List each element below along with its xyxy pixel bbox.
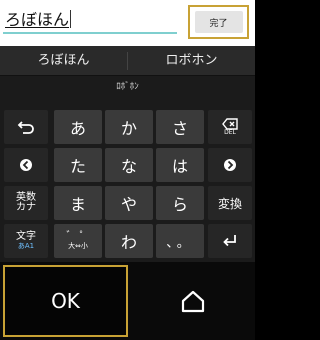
reading-text: ﾛﾎﾞﾎﾝ: [116, 82, 139, 92]
home-icon: [181, 290, 205, 313]
left-arrow-icon: [20, 159, 32, 171]
candidate-katakana[interactable]: ロボホン: [128, 46, 255, 76]
char-type-key[interactable]: 文字 あA1: [4, 224, 48, 258]
key-ya[interactable]: や: [105, 186, 153, 220]
convert-key[interactable]: 変換: [208, 186, 252, 220]
key-a[interactable]: あ: [54, 110, 102, 144]
key-ha[interactable]: は: [156, 148, 204, 182]
dakuten-key[interactable]: ゛ ゜ 大⇔小: [54, 224, 102, 258]
keyboard: ろぼほん ロボホン ﾛﾎﾞﾎﾝ あ か さ DEL た な は 英数 カナ ま …: [0, 46, 255, 262]
ok-button[interactable]: OK: [3, 265, 128, 337]
key-ra[interactable]: ら: [156, 186, 204, 220]
key-punctuation[interactable]: 、。: [156, 224, 204, 258]
enter-key[interactable]: [208, 224, 252, 258]
key-sa[interactable]: さ: [156, 110, 204, 144]
input-text-value: ろぼほん: [5, 10, 70, 29]
input-underline: [3, 32, 177, 34]
home-button[interactable]: [150, 276, 236, 326]
text-input[interactable]: ろぼほん: [5, 10, 72, 30]
char-type-sub: あA1: [17, 241, 35, 250]
key-ka[interactable]: か: [105, 110, 153, 144]
candidate-bar: ろぼほん ロボホン: [0, 46, 255, 76]
size-toggle-label: 大⇔小: [68, 241, 88, 250]
bottom-bar: OK: [0, 262, 255, 340]
delete-key[interactable]: DEL: [208, 110, 252, 144]
text-cursor: [70, 10, 72, 28]
input-area: ろぼほん 完了: [0, 0, 255, 46]
dakuten-label: ゛ ゜: [66, 231, 90, 243]
candidate-hiragana[interactable]: ろぼほん: [0, 46, 127, 76]
done-button-highlight[interactable]: 完了: [188, 5, 249, 39]
eisu-kana-key[interactable]: 英数 カナ: [4, 186, 48, 220]
char-type-label: 文字: [16, 231, 36, 243]
kana-label: カナ: [16, 202, 36, 213]
key-ma[interactable]: ま: [54, 186, 102, 220]
delete-label: DEL: [224, 128, 236, 136]
right-arrow-icon: [224, 159, 236, 171]
enter-icon: [223, 235, 236, 247]
key-na[interactable]: な: [105, 148, 153, 182]
key-wa[interactable]: わ: [105, 224, 153, 258]
left-key[interactable]: [4, 148, 48, 182]
undo-key[interactable]: [4, 110, 48, 144]
done-button[interactable]: 完了: [194, 11, 243, 33]
right-key[interactable]: [208, 148, 252, 182]
key-ta[interactable]: た: [54, 148, 102, 182]
undo-arrow-icon: [17, 121, 34, 134]
